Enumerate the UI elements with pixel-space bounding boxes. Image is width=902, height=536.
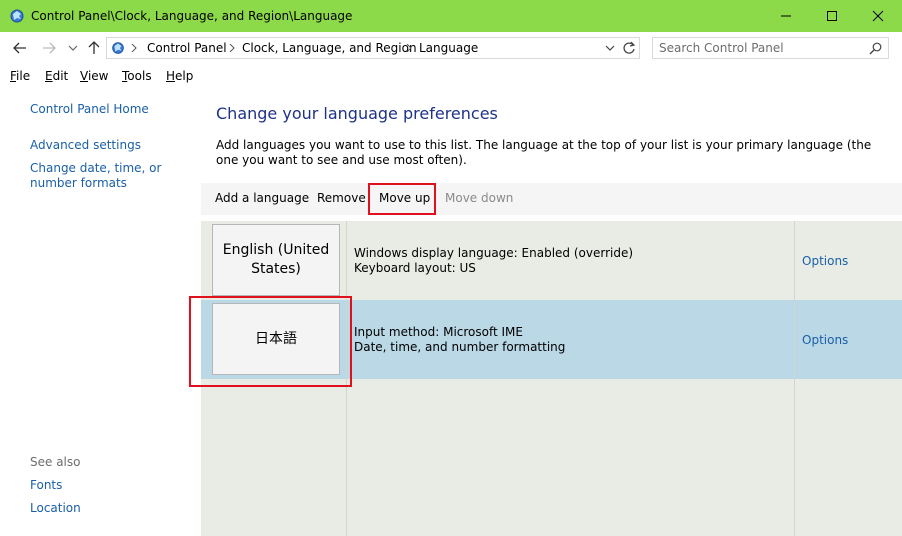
advanced-settings-link[interactable]: Advanced settings xyxy=(30,138,141,153)
chevron-down-icon[interactable] xyxy=(605,44,615,52)
up-arrow-icon xyxy=(88,41,100,54)
language-detail-line2: Date, time, and number formatting xyxy=(354,340,566,354)
move-down-button[interactable]: Move down xyxy=(445,191,513,205)
back-arrow-icon xyxy=(13,42,26,54)
back-button[interactable] xyxy=(9,37,31,59)
language-name: English (United States) xyxy=(222,242,330,277)
control-panel-home-link[interactable]: Control Panel Home xyxy=(30,102,149,117)
move-up-highlight-box xyxy=(368,183,436,215)
menu-help[interactable]: Help xyxy=(166,69,193,83)
column-divider xyxy=(794,221,795,536)
japanese-tile-highlight-box xyxy=(189,296,352,387)
language-detail: Input method: Microsoft IME Date, time, … xyxy=(354,325,565,355)
menu-view[interactable]: View xyxy=(80,69,108,83)
change-date-time-link[interactable]: Change date, time, or number formats xyxy=(30,161,198,191)
refresh-icon[interactable] xyxy=(622,41,636,55)
address-row: Control Panel Clock, Language, and Regio… xyxy=(0,32,902,66)
chevron-down-icon xyxy=(68,45,78,51)
remove-button[interactable]: Remove xyxy=(317,191,366,205)
breadcrumb-clock-language-region[interactable]: Clock, Language, and Region xyxy=(242,41,417,55)
language-tile-english[interactable]: English (United States) xyxy=(212,224,340,296)
menu-edit[interactable]: Edit xyxy=(45,69,68,83)
page-description: Add languages you want to use to this li… xyxy=(216,138,872,167)
search-icon[interactable] xyxy=(869,42,882,55)
forward-button[interactable] xyxy=(38,37,60,59)
breadcrumb-control-panel[interactable]: Control Panel xyxy=(147,41,227,55)
menu-file[interactable]: File xyxy=(10,69,30,83)
fonts-link[interactable]: Fonts xyxy=(30,478,62,493)
minimize-icon xyxy=(781,15,791,17)
close-icon xyxy=(872,10,884,22)
maximize-icon xyxy=(827,11,837,21)
maximize-button[interactable] xyxy=(809,0,855,32)
language-detail: Windows display language: Enabled (overr… xyxy=(354,246,633,276)
search-placeholder: Search Control Panel xyxy=(659,41,784,55)
page-title: Change your language preferences xyxy=(216,104,498,123)
language-toolbar: Add a language Remove Move up Move down xyxy=(201,183,902,215)
breadcrumb-separator-icon xyxy=(229,44,235,52)
see-also-label: See also xyxy=(30,455,81,469)
options-link-japanese[interactable]: Options xyxy=(802,333,848,347)
options-link-english[interactable]: Options xyxy=(802,254,848,268)
minimize-button[interactable] xyxy=(763,0,809,32)
window-title: Control Panel\Clock, Language, and Regio… xyxy=(31,9,353,23)
control-panel-icon xyxy=(112,42,124,54)
breadcrumb-separator-icon xyxy=(406,44,412,52)
add-language-button[interactable]: Add a language xyxy=(215,191,309,205)
menu-bar: File Edit View Tools Help xyxy=(0,66,902,88)
title-bar: Control Panel\Clock, Language, and Regio… xyxy=(0,0,902,32)
language-detail-line2: Keyboard layout: US xyxy=(354,261,476,275)
up-button[interactable] xyxy=(83,37,105,59)
breadcrumb-language[interactable]: Language xyxy=(419,41,478,55)
breadcrumb-separator-icon xyxy=(131,44,137,52)
close-button[interactable] xyxy=(855,0,901,32)
language-detail-line1: Input method: Microsoft IME xyxy=(354,325,523,339)
address-bar[interactable]: Control Panel Clock, Language, and Regio… xyxy=(106,37,640,59)
menu-tools[interactable]: Tools xyxy=(122,69,152,83)
forward-arrow-icon xyxy=(43,42,56,54)
search-input[interactable]: Search Control Panel xyxy=(652,37,889,59)
language-detail-line1: Windows display language: Enabled (overr… xyxy=(354,246,634,260)
location-link[interactable]: Location xyxy=(30,501,81,516)
recent-locations-button[interactable] xyxy=(62,37,84,59)
control-panel-icon xyxy=(10,9,24,23)
left-navigation: Control Panel Home Advanced settings Cha… xyxy=(0,88,201,536)
